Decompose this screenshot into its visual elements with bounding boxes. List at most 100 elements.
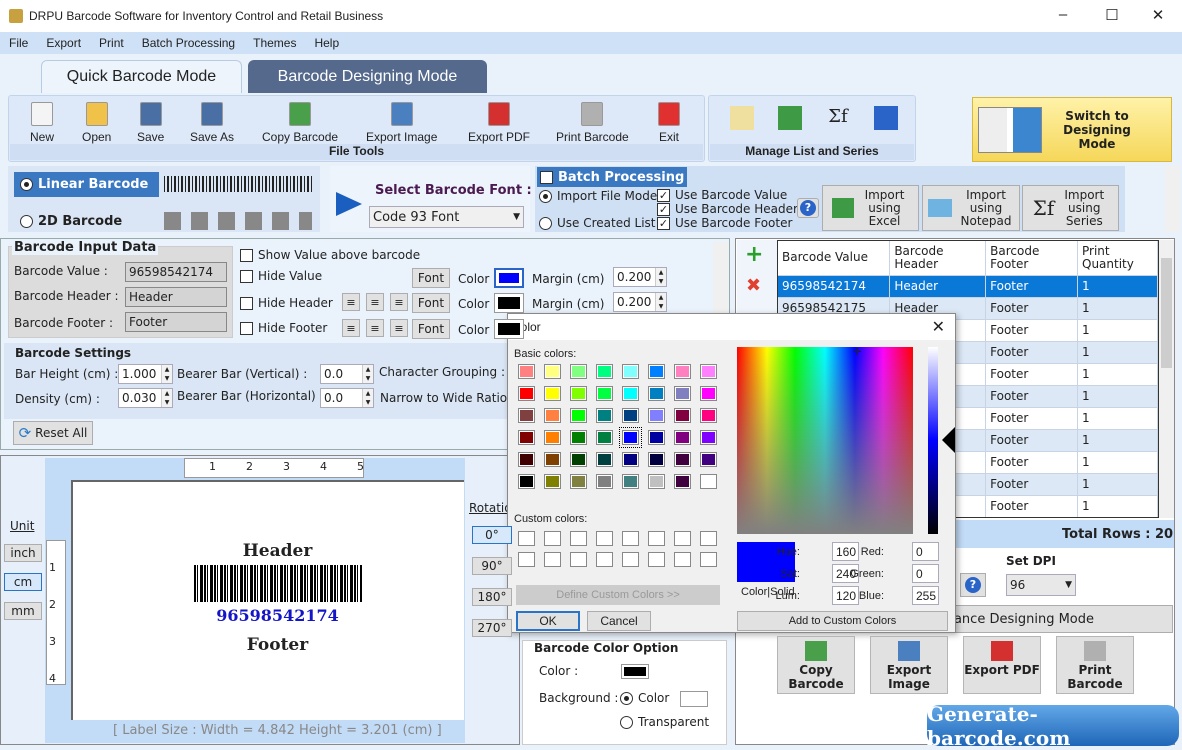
- green-input[interactable]: 0: [912, 564, 939, 583]
- custom-color-swatch[interactable]: [518, 552, 535, 567]
- tab-quick-barcode-mode[interactable]: Quick Barcode Mode: [41, 60, 242, 93]
- custom-color-swatch[interactable]: [648, 531, 665, 546]
- save-button[interactable]: Save: [137, 102, 164, 144]
- table-cell[interactable]: 1: [1077, 319, 1158, 342]
- basic-color-swatch[interactable]: [648, 430, 665, 445]
- export-pdf-action-button[interactable]: Export PDF: [963, 636, 1041, 694]
- column-header[interactable]: Barcode Footer: [985, 241, 1078, 276]
- basic-color-swatch[interactable]: [544, 386, 561, 401]
- basic-color-swatch[interactable]: [596, 386, 613, 401]
- basic-color-swatch[interactable]: [622, 474, 639, 489]
- basic-color-swatch[interactable]: [596, 364, 613, 379]
- table-row[interactable]: 96598542174 Header Footer 1: [778, 275, 1158, 298]
- exit-button[interactable]: Exit: [658, 102, 680, 144]
- basic-color-swatch[interactable]: [622, 452, 639, 467]
- table-cell[interactable]: 1: [1077, 407, 1158, 430]
- density-input[interactable]: 0.030 ▲ ▼: [118, 388, 173, 408]
- basic-color-swatch[interactable]: [544, 474, 561, 489]
- barcode-footer-input[interactable]: Footer: [125, 312, 227, 332]
- basic-color-swatch[interactable]: [518, 364, 535, 379]
- bar-height-input[interactable]: 1.000 ▲ ▼: [118, 364, 173, 384]
- custom-color-swatch[interactable]: [674, 531, 691, 546]
- align-left-icon[interactable]: ≡: [342, 293, 360, 311]
- table-cell[interactable]: Footer: [985, 363, 1078, 386]
- menu-themes[interactable]: Themes: [244, 36, 305, 50]
- align-right-icon[interactable]: ≡: [390, 293, 408, 311]
- custom-color-swatch[interactable]: [700, 552, 717, 567]
- copy-barcode-button[interactable]: Copy Barcode: [262, 102, 338, 144]
- basic-color-swatch[interactable]: [518, 430, 535, 445]
- custom-color-swatch[interactable]: [648, 552, 665, 567]
- table-cell[interactable]: Footer: [985, 407, 1078, 430]
- basic-color-swatch[interactable]: [622, 364, 639, 379]
- custom-color-swatch[interactable]: [700, 531, 717, 546]
- basic-color-swatch[interactable]: [570, 386, 587, 401]
- series-formula-icon[interactable]: Σf: [826, 106, 850, 130]
- basic-color-swatch[interactable]: [570, 474, 587, 489]
- linear-barcode-radio[interactable]: Linear Barcode: [14, 172, 159, 197]
- basic-color-swatch[interactable]: [674, 430, 691, 445]
- use-created-list-radio[interactable]: Use Created List: [539, 216, 656, 230]
- table-cell[interactable]: 1: [1077, 341, 1158, 364]
- custom-color-swatch[interactable]: [544, 552, 561, 567]
- define-custom-colors-button[interactable]: Define Custom Colors >>: [516, 585, 720, 605]
- basic-color-swatch[interactable]: [596, 452, 613, 467]
- rotate-270-button[interactable]: 270°: [472, 619, 512, 637]
- unit-cm-button[interactable]: cm: [4, 573, 42, 591]
- minimize-button[interactable]: –: [1048, 6, 1078, 23]
- basic-color-swatch[interactable]: [648, 474, 665, 489]
- table-cell[interactable]: Footer: [985, 495, 1078, 517]
- table-cell[interactable]: 1: [1077, 451, 1158, 474]
- basic-color-swatch[interactable]: [648, 408, 665, 423]
- print-barcode-action-button[interactable]: Print Barcode: [1056, 636, 1134, 694]
- delete-row-icon[interactable]: ✖: [746, 275, 761, 296]
- new-button[interactable]: New: [30, 102, 54, 144]
- basic-color-swatch[interactable]: [622, 386, 639, 401]
- help-button[interactable]: ?: [797, 198, 819, 218]
- custom-color-swatch[interactable]: [544, 531, 561, 546]
- table-cell[interactable]: Footer: [985, 275, 1078, 298]
- export-image-action-button[interactable]: Export Image: [870, 636, 948, 694]
- basic-color-swatch[interactable]: [518, 452, 535, 467]
- blue-input[interactable]: 255: [912, 586, 939, 605]
- table-cell[interactable]: 96598542174: [778, 275, 891, 298]
- unit-mm-button[interactable]: mm: [4, 602, 42, 620]
- value-font-button[interactable]: Font: [412, 268, 450, 288]
- basic-color-swatch[interactable]: [544, 364, 561, 379]
- custom-color-swatch[interactable]: [596, 552, 613, 567]
- table-cell[interactable]: Footer: [985, 319, 1078, 342]
- basic-color-swatch[interactable]: [570, 408, 587, 423]
- menu-file[interactable]: File: [0, 36, 37, 50]
- basic-color-swatch[interactable]: [619, 427, 642, 448]
- show-value-above-checkbox[interactable]: Show Value above barcode: [240, 248, 420, 262]
- table-cell[interactable]: 1: [1077, 363, 1158, 386]
- excel-icon[interactable]: [778, 106, 802, 130]
- column-header[interactable]: Barcode Value: [778, 241, 891, 276]
- basic-color-swatch[interactable]: [674, 408, 691, 423]
- header-margin-input[interactable]: 0.200 ▲ ▼: [613, 292, 667, 312]
- menu-batch-processing[interactable]: Batch Processing: [133, 36, 244, 50]
- basic-color-swatch[interactable]: [674, 452, 691, 467]
- close-icon[interactable]: ✕: [932, 317, 945, 337]
- switch-to-designing-mode-button[interactable]: Switch to Designing Mode: [972, 97, 1172, 162]
- 2d-barcode-radio[interactable]: 2D Barcode: [20, 214, 122, 229]
- save-as-button[interactable]: Save As: [190, 102, 234, 144]
- color-spectrum[interactable]: ✛: [737, 347, 913, 534]
- footer-color-swatch[interactable]: [494, 319, 524, 339]
- red-input[interactable]: 0: [912, 542, 939, 561]
- ok-button[interactable]: OK: [516, 611, 580, 631]
- basic-color-swatch[interactable]: [622, 408, 639, 423]
- menu-print[interactable]: Print: [90, 36, 133, 50]
- table-cell[interactable]: 1: [1077, 385, 1158, 408]
- basic-color-swatch[interactable]: [570, 430, 587, 445]
- tab-barcode-designing-mode[interactable]: Barcode Designing Mode: [248, 60, 487, 93]
- align-left-icon[interactable]: ≡: [342, 319, 360, 337]
- basic-color-swatch[interactable]: [570, 364, 587, 379]
- import-excel-button[interactable]: Import using Excel: [822, 185, 919, 231]
- basic-color-swatch[interactable]: [518, 474, 535, 489]
- menu-help[interactable]: Help: [305, 36, 348, 50]
- rotate-90-button[interactable]: 90°: [472, 557, 512, 575]
- table-scrollbar[interactable]: [1159, 240, 1174, 518]
- basic-color-swatch[interactable]: [596, 408, 613, 423]
- basic-color-swatch[interactable]: [570, 452, 587, 467]
